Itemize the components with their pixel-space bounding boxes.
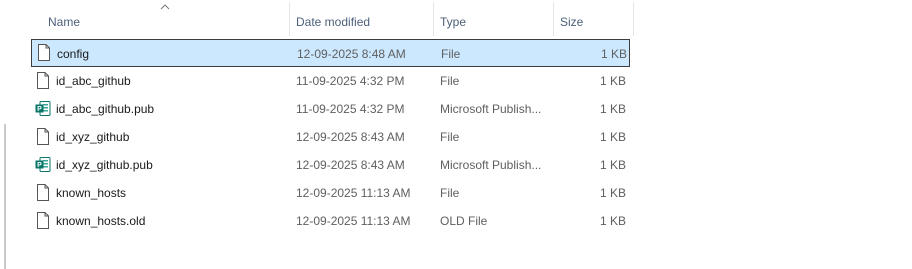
navigation-pane-edge[interactable]	[4, 124, 6, 269]
file-date-modified: 12-09-2025 8:48 AM	[297, 47, 406, 61]
file-type: Microsoft Publish...	[440, 158, 542, 172]
file-icon	[37, 184, 49, 201]
file-icon	[37, 212, 49, 229]
file-row[interactable]: config 12-09-2025 8:48 AM File 1 KB	[31, 39, 630, 67]
file-date-modified: 12-09-2025 8:43 AM	[296, 158, 405, 172]
file-icon	[38, 44, 50, 61]
column-header-size-label: Size	[560, 15, 584, 29]
file-size: 1 KB	[599, 102, 626, 116]
file-type: OLD File	[440, 214, 488, 228]
file-row[interactable]: P id_abc_github.pub 11-09-2025 4:32 PM M…	[30, 95, 630, 123]
column-header-type-label: Type	[440, 15, 467, 29]
file-date-modified: 11-09-2025 4:32 PM	[296, 102, 405, 116]
file-name: config	[57, 47, 90, 61]
sort-ascending-icon	[160, 4, 170, 10]
column-divider[interactable]	[633, 2, 634, 36]
file-date-modified: 12-09-2025 11:13 AM	[296, 214, 411, 228]
column-header-row: Name Date modified Type Size	[30, 0, 634, 36]
file-date-modified: 11-09-2025 4:32 PM	[296, 74, 405, 88]
file-size: 1 KB	[599, 214, 626, 228]
file-size: 1 KB	[599, 130, 626, 144]
file-name: id_abc_github.pub	[56, 102, 155, 116]
file-name: id_xyz_github.pub	[56, 158, 153, 172]
file-type: Microsoft Publish...	[440, 102, 542, 116]
file-name: id_abc_github	[56, 74, 131, 88]
file-date-modified: 12-09-2025 11:13 AM	[296, 186, 411, 200]
file-type: File	[441, 47, 461, 61]
column-header-name-label: Name	[48, 15, 81, 29]
file-name: id_xyz_github	[56, 130, 130, 144]
file-type: File	[440, 130, 460, 144]
file-size: 1 KB	[599, 74, 626, 88]
column-header-date-modified[interactable]: Date modified	[290, 0, 434, 36]
file-row[interactable]: known_hosts 12-09-2025 11:13 AM File 1 K…	[30, 179, 630, 207]
file-size: 1 KB	[600, 47, 627, 61]
file-type: File	[440, 186, 460, 200]
column-header-date-label: Date modified	[296, 15, 371, 29]
file-name: known_hosts	[56, 186, 127, 200]
file-row[interactable]: id_xyz_github 12-09-2025 8:43 AM File 1 …	[30, 123, 630, 151]
file-row[interactable]: P id_xyz_github.pub 12-09-2025 8:43 AM M…	[30, 151, 630, 179]
publisher-icon: P	[35, 157, 51, 172]
column-header-size[interactable]: Size	[554, 0, 634, 36]
file-date-modified: 12-09-2025 8:43 AM	[296, 130, 405, 144]
file-row[interactable]: known_hosts.old 12-09-2025 11:13 AM OLD …	[30, 207, 630, 235]
file-icon	[37, 72, 49, 89]
file-size: 1 KB	[599, 186, 626, 200]
svg-text:P: P	[37, 106, 42, 113]
column-header-type[interactable]: Type	[434, 0, 554, 36]
svg-text:P: P	[37, 162, 42, 169]
file-size: 1 KB	[599, 158, 626, 172]
file-name: known_hosts.old	[56, 214, 146, 228]
file-explorer-details-view: Name Date modified Type Size config 12-0…	[0, 0, 912, 269]
file-type: File	[440, 74, 460, 88]
file-list: config 12-09-2025 8:48 AM File 1 KB id_a…	[30, 39, 634, 235]
publisher-icon: P	[35, 101, 51, 116]
column-header-name[interactable]: Name	[30, 0, 290, 36]
file-row[interactable]: id_abc_github 11-09-2025 4:32 PM File 1 …	[30, 67, 630, 95]
file-icon	[37, 128, 49, 145]
